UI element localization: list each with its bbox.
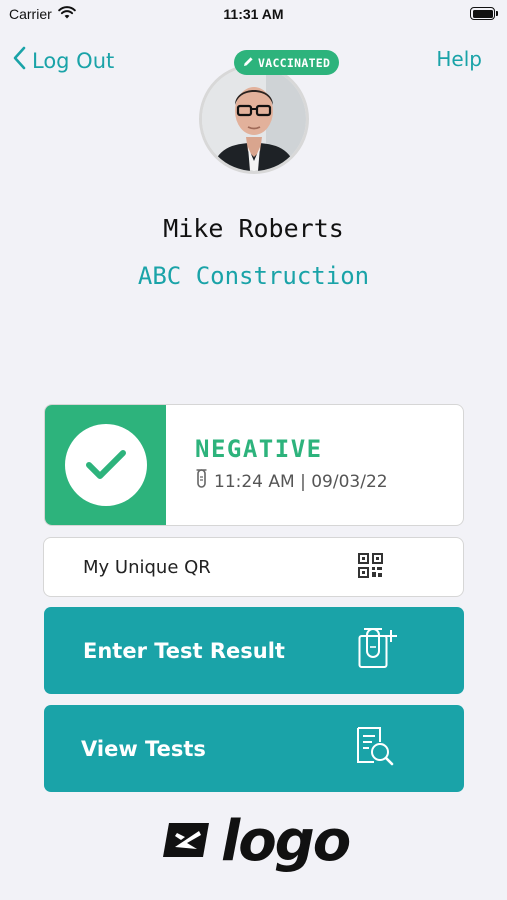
- chevron-left-icon: [12, 46, 26, 75]
- result-status-panel: [45, 405, 166, 525]
- qr-code-icon: [358, 552, 383, 582]
- result-timestamp: 11:24 AM | 09/03/22: [214, 471, 388, 492]
- checkmark-icon: [64, 424, 147, 506]
- enter-test-result-label: Enter Test Result: [83, 638, 285, 663]
- logout-button[interactable]: Log Out: [12, 46, 114, 75]
- battery-icon: [470, 7, 498, 20]
- status-bar: Carrier 11:31 AM: [0, 0, 507, 30]
- logo-text: logo: [221, 809, 351, 874]
- pencil-icon: [243, 56, 254, 70]
- logout-label: Log Out: [32, 48, 115, 73]
- user-name: Mike Roberts: [163, 214, 344, 243]
- qr-label: My Unique QR: [83, 556, 211, 578]
- view-tests-button[interactable]: View Tests: [44, 705, 464, 792]
- test-tube-icon: [195, 469, 208, 494]
- badge-label: VACCINATED: [258, 55, 331, 70]
- help-button[interactable]: Help: [436, 47, 482, 71]
- logo-plane-icon: [163, 821, 211, 863]
- result-status: NEGATIVE: [195, 435, 323, 463]
- test-tube-plus-icon: [358, 627, 398, 674]
- brand-logo: logo: [163, 809, 351, 874]
- result-details: NEGATIVE 11:24 AM | 09/03/22: [166, 405, 388, 525]
- test-result-card: NEGATIVE 11:24 AM | 09/03/22: [44, 404, 464, 526]
- profile-photo: [202, 67, 306, 171]
- company-name: ABC Construction: [137, 262, 370, 290]
- enter-test-result-button[interactable]: Enter Test Result: [44, 607, 464, 694]
- document-search-icon: [356, 726, 394, 771]
- my-unique-qr-button[interactable]: My Unique QR: [43, 537, 464, 597]
- avatar: [199, 64, 309, 174]
- view-tests-label: View Tests: [81, 736, 206, 761]
- status-time: 11:31 AM: [223, 6, 284, 22]
- result-meta: 11:24 AM | 09/03/22: [195, 469, 388, 494]
- vaccinated-badge: VACCINATED: [234, 50, 340, 75]
